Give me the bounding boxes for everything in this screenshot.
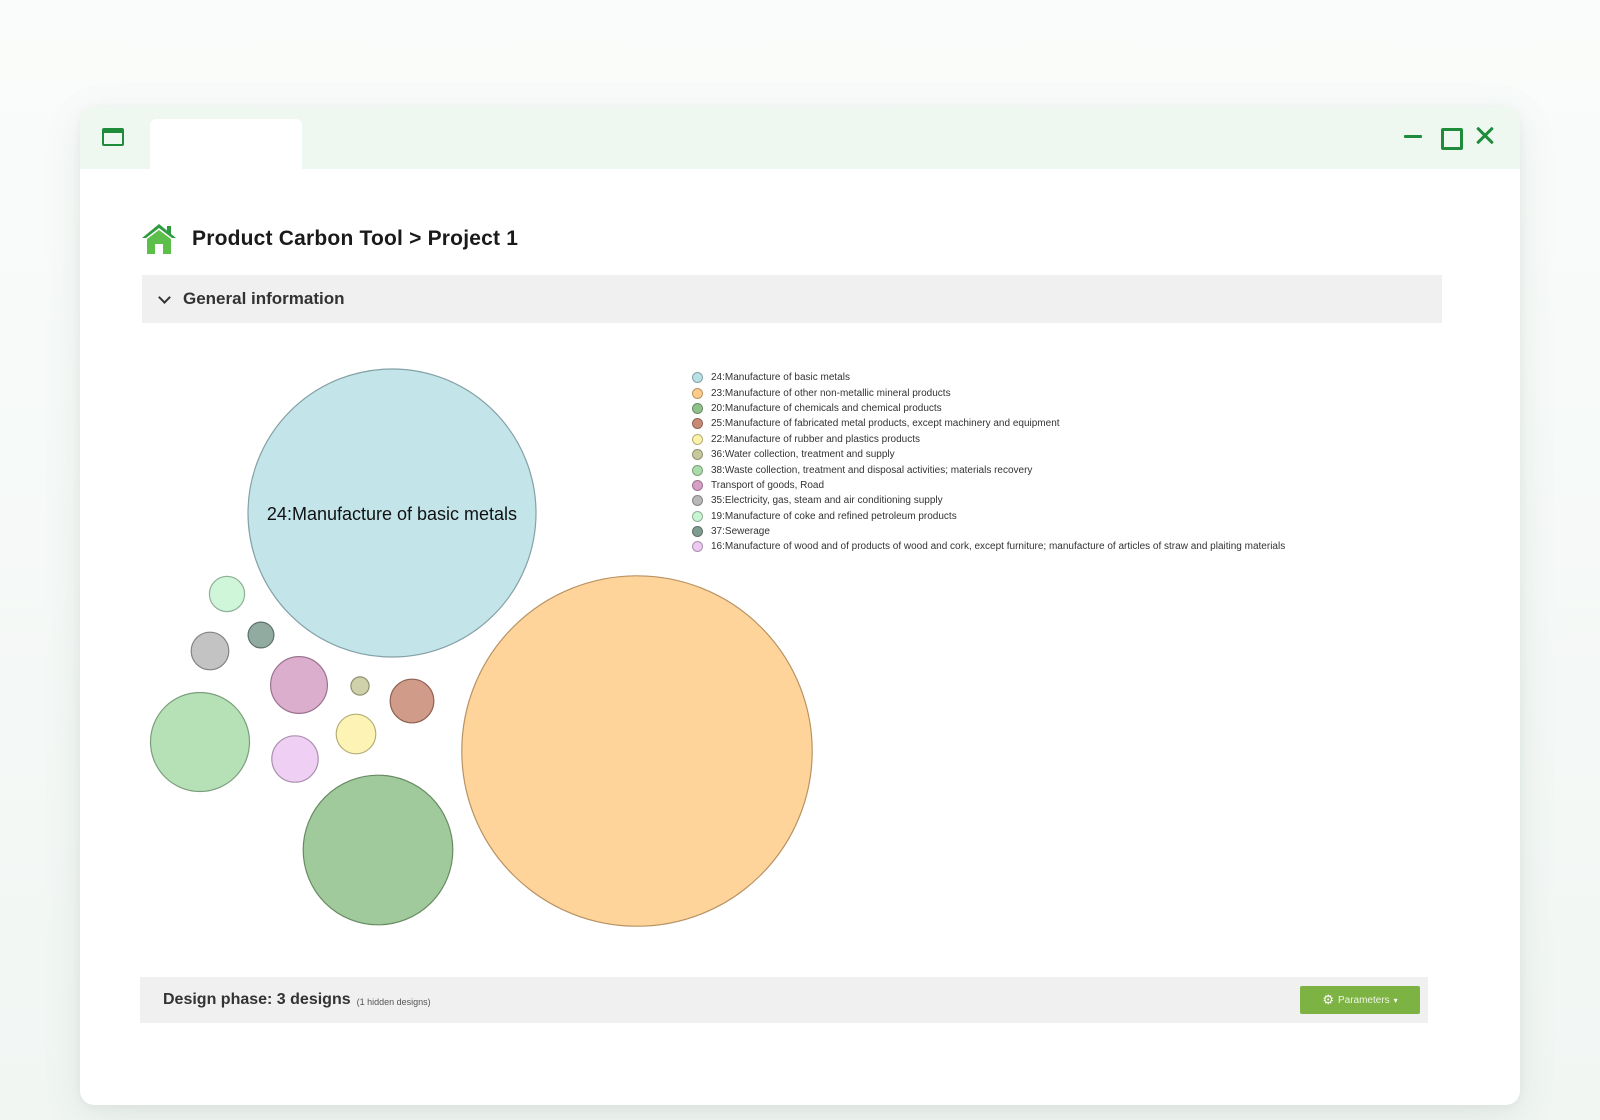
legend-swatch: [692, 402, 703, 414]
window-icon: [102, 128, 124, 146]
legend-swatch: [692, 526, 703, 538]
legend-label: 36:Water collection, treatment and suppl…: [711, 449, 895, 461]
legend-item-4[interactable]: 25:Manufacture of fabricated metal produ…: [692, 416, 1285, 431]
legend-label: 25:Manufacture of fabricated metal produ…: [711, 418, 1060, 430]
legend-label: 37:Sewerage: [711, 526, 770, 538]
tab-active[interactable]: [150, 119, 302, 169]
breadcrumb-text[interactable]: Product Carbon Tool > Project 1: [192, 227, 518, 251]
minimize-icon[interactable]: [1402, 123, 1424, 149]
bubble-8[interactable]: [270, 655, 329, 714]
legend-item-8[interactable]: Transport of goods, Road: [692, 478, 1285, 493]
legend-swatch: [692, 449, 703, 461]
chevron-down-icon[interactable]: [158, 290, 171, 304]
legend-swatch: [692, 541, 703, 553]
section-title: General information: [183, 289, 345, 308]
legend-label: 16:Manufacture of wood and of products o…: [711, 541, 1286, 553]
bubble-11[interactable]: [247, 621, 275, 649]
legend-label: 19:Manufacture of coke and refined petro…: [711, 510, 957, 522]
legend-swatch: [692, 464, 703, 476]
bubble-2[interactable]: [461, 575, 813, 927]
legend-label: 38:Waste collection, treatment and dispo…: [711, 464, 1033, 476]
gear-icon: ⚙: [1322, 992, 1334, 1007]
legend-item-2[interactable]: 23:Manufacture of other non-metallic min…: [692, 385, 1285, 400]
bubble-7[interactable]: [149, 691, 251, 793]
general-information-section[interactable]: General information: [142, 275, 1442, 323]
bubble-12[interactable]: [271, 735, 319, 783]
title-bar: [80, 107, 1520, 169]
app-window: Product Carbon Tool > Project 1 General …: [80, 107, 1520, 1105]
breadcrumb: Product Carbon Tool > Project 1: [140, 222, 518, 256]
bubble-chart: 24:Manufacture of basic metals: [149, 368, 813, 927]
legend-swatch: [692, 479, 703, 491]
legend-label: 24:Manufacture of basic metals: [711, 372, 850, 384]
legend-item-10[interactable]: 19:Manufacture of coke and refined petro…: [692, 509, 1285, 524]
design-phase-title: Design phase: 3 designs: [163, 991, 351, 1008]
caret-down-icon: ▾: [1393, 995, 1398, 1005]
design-phase-bar: Design phase: 3 designs (1 hidden design…: [140, 977, 1428, 1023]
legend-label: Transport of goods, Road: [711, 479, 825, 491]
legend-swatch: [692, 387, 703, 399]
bubble-4[interactable]: [389, 678, 435, 724]
hidden-designs-note: (1 hidden designs): [356, 996, 431, 1007]
close-icon[interactable]: [1474, 123, 1496, 149]
legend-item-6[interactable]: 36:Water collection, treatment and suppl…: [692, 447, 1285, 462]
legend-swatch: [692, 510, 703, 522]
legend-item-5[interactable]: 22:Manufacture of rubber and plastics pr…: [692, 432, 1285, 447]
chart-legend: 24:Manufacture of basic metals 23:Manufac…: [692, 370, 1285, 555]
bubble-3[interactable]: [302, 774, 454, 926]
legend-label: 35:Electricity, gas, steam and air condi…: [711, 495, 943, 507]
maximize-icon[interactable]: [1438, 123, 1463, 150]
legend-item-1[interactable]: 24:Manufacture of basic metals: [692, 370, 1285, 385]
legend-item-7[interactable]: 38:Waste collection, treatment and dispo…: [692, 462, 1285, 477]
legend-label: 20:Manufacture of chemicals and chemical…: [711, 402, 942, 414]
legend-swatch: [692, 433, 703, 445]
bubble-9[interactable]: [190, 631, 230, 671]
legend-swatch: [692, 495, 703, 507]
bubble-10[interactable]: [208, 575, 246, 613]
bubble-6[interactable]: [350, 676, 370, 696]
legend-item-12[interactable]: 16:Manufacture of wood and of products o…: [692, 539, 1285, 554]
bubble-label: 24:Manufacture of basic metals: [267, 504, 517, 524]
legend-item-11[interactable]: 37:Sewerage: [692, 524, 1285, 539]
window-controls: [1402, 123, 1496, 150]
legend-label: 22:Manufacture of rubber and plastics pr…: [711, 433, 921, 445]
legend-swatch: [692, 372, 703, 384]
legend-item-3[interactable]: 20:Manufacture of chemicals and chemical…: [692, 401, 1285, 416]
legend-swatch: [692, 418, 703, 430]
home-icon[interactable]: [140, 222, 178, 256]
bubble-5[interactable]: [335, 713, 377, 755]
legend-item-9[interactable]: 35:Electricity, gas, steam and air condi…: [692, 493, 1285, 508]
parameters-label: Parameters: [1337, 994, 1390, 1006]
parameters-button[interactable]: ⚙ Parameters ▾: [1300, 986, 1420, 1014]
legend-label: 23:Manufacture of other non-metallic min…: [711, 387, 951, 399]
